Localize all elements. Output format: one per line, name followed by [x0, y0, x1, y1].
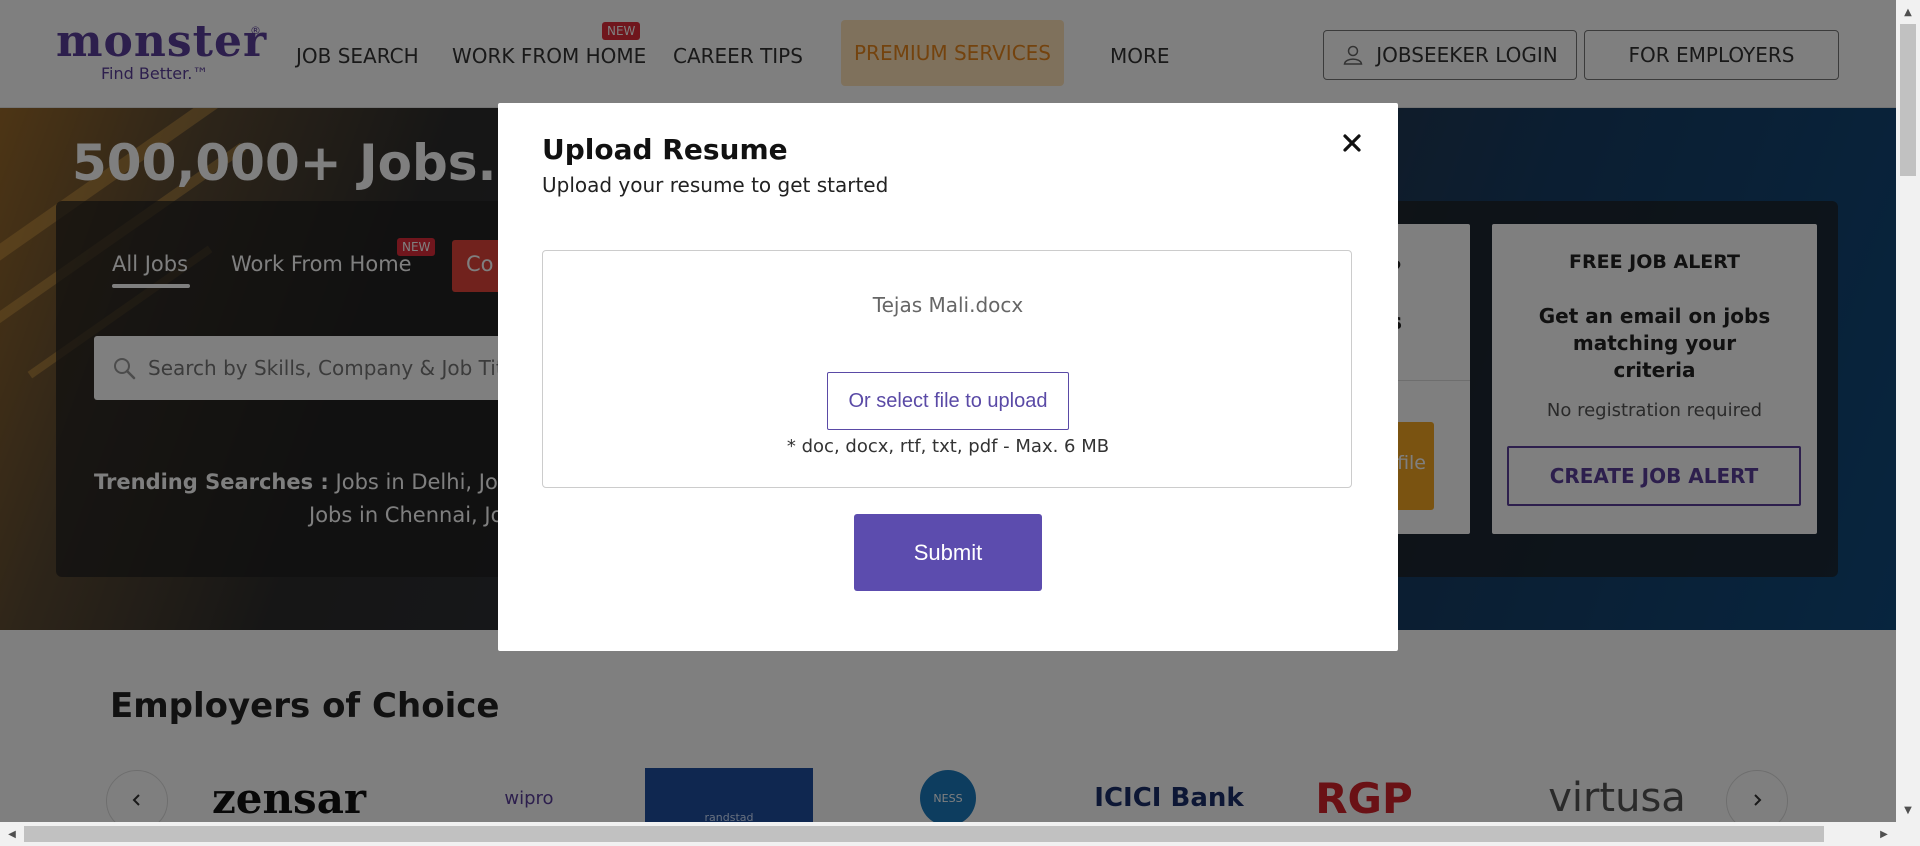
scroll-right-icon[interactable]: ▶: [1872, 822, 1896, 846]
scroll-left-icon[interactable]: ◀: [0, 822, 24, 846]
file-drop-zone[interactable]: Tejas Mali.docx Or select file to upload…: [542, 250, 1352, 488]
upload-resume-modal: Upload Resume Upload your resume to get …: [498, 103, 1398, 651]
horizontal-scrollbar[interactable]: ◀ ▶: [0, 822, 1920, 846]
close-icon: [1342, 133, 1362, 157]
submit-button[interactable]: Submit: [854, 514, 1042, 591]
vertical-scroll-thumb[interactable]: [1900, 24, 1916, 176]
modal-subtitle: Upload your resume to get started: [542, 173, 889, 197]
close-button[interactable]: [1336, 129, 1368, 161]
horizontal-scroll-thumb[interactable]: [24, 826, 1824, 842]
scroll-up-icon[interactable]: ▲: [1896, 0, 1920, 24]
scroll-down-icon[interactable]: ▼: [1896, 798, 1920, 822]
vertical-scrollbar[interactable]: ▲ ▼: [1896, 0, 1920, 822]
file-format-hint: * doc, docx, rtf, txt, pdf - Max. 6 MB: [786, 436, 1110, 457]
select-file-button[interactable]: Or select file to upload: [827, 372, 1069, 430]
selected-file-name: Tejas Mali.docx: [872, 293, 1024, 317]
modal-title: Upload Resume: [542, 133, 788, 166]
